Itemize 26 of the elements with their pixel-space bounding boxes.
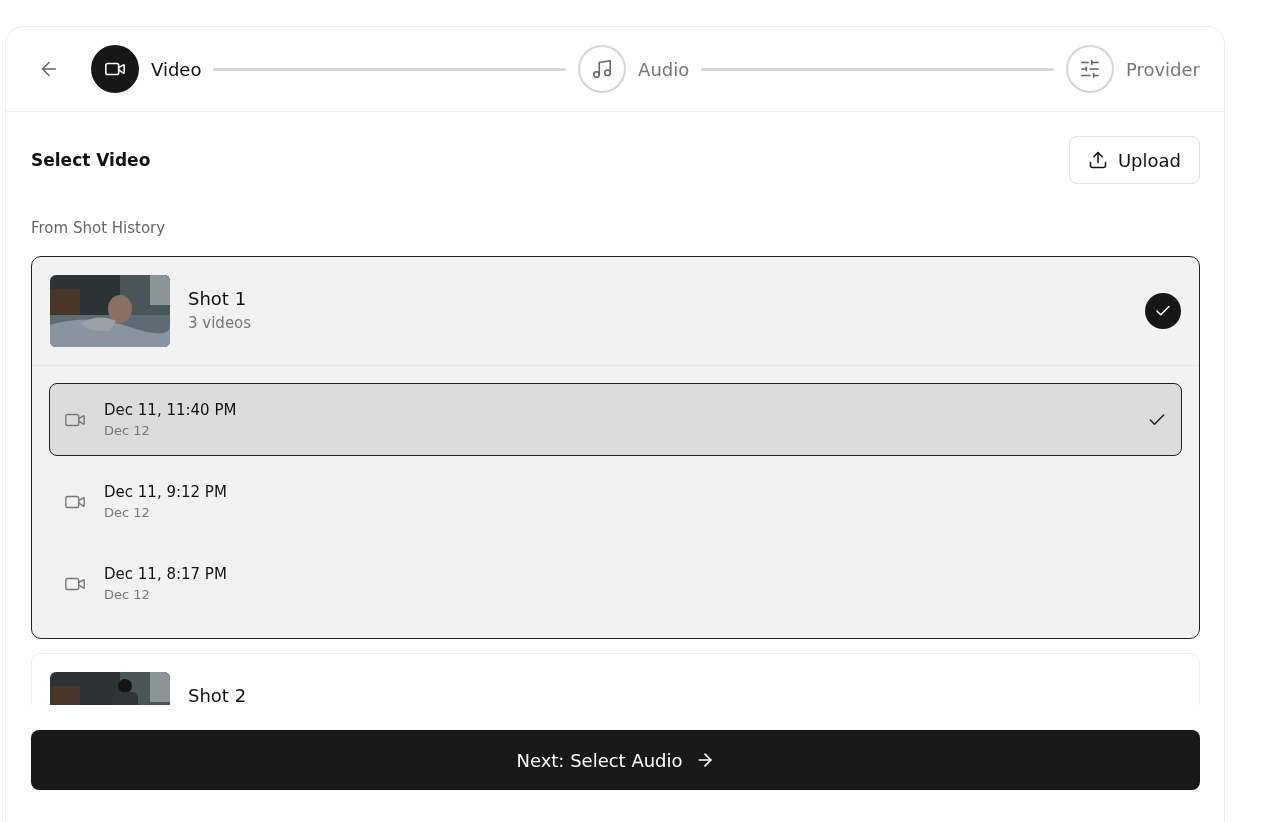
shot-title: Shot 2 [188,685,248,705]
step-label[interactable]: Audio [638,58,690,80]
video-date: Dec 12 [104,423,151,438]
video-item[interactable]: Dec 11, 8:17 PM Dec 12 [49,547,1182,620]
upload-button[interactable]: Upload [1068,136,1200,184]
step-circle[interactable] [91,45,139,93]
shot-subtitle: 3 videos [188,314,253,332]
step-label[interactable]: Provider [1125,58,1200,80]
check-icon [1145,293,1181,329]
video-title: Dec 11, 8:17 PM [104,565,228,583]
shot-card[interactable]: Shot 1 3 videos Dec 11, 11:40 PM Dec 12 Dec 11, 9:12 PM Dec 12 Dec 11, 8:17 PM Dec 12 [31,256,1200,639]
history-label: From Shot History [31,219,167,237]
next-button[interactable]: Next: Select Audio [31,730,1200,790]
video-title: Dec 11, 9:12 PM [104,483,228,501]
video-title: Dec 11, 11:40 PM [104,401,238,419]
video-item[interactable]: Dec 11, 11:40 PM Dec 12 [49,383,1182,456]
step-label[interactable]: Video [151,58,202,80]
section-title: Select Video [31,150,151,170]
shot-card[interactable]: Shot 2 [31,653,1200,705]
video-date: Dec 12 [104,505,151,520]
sliders-icon [1078,58,1101,80]
shot-title: Shot 1 [188,288,248,309]
video-item[interactable]: Dec 11, 9:12 PM Dec 12 [49,465,1182,538]
video-date: Dec 12 [104,587,151,602]
upload-icon [1087,150,1108,170]
music-note-icon [591,58,614,80]
